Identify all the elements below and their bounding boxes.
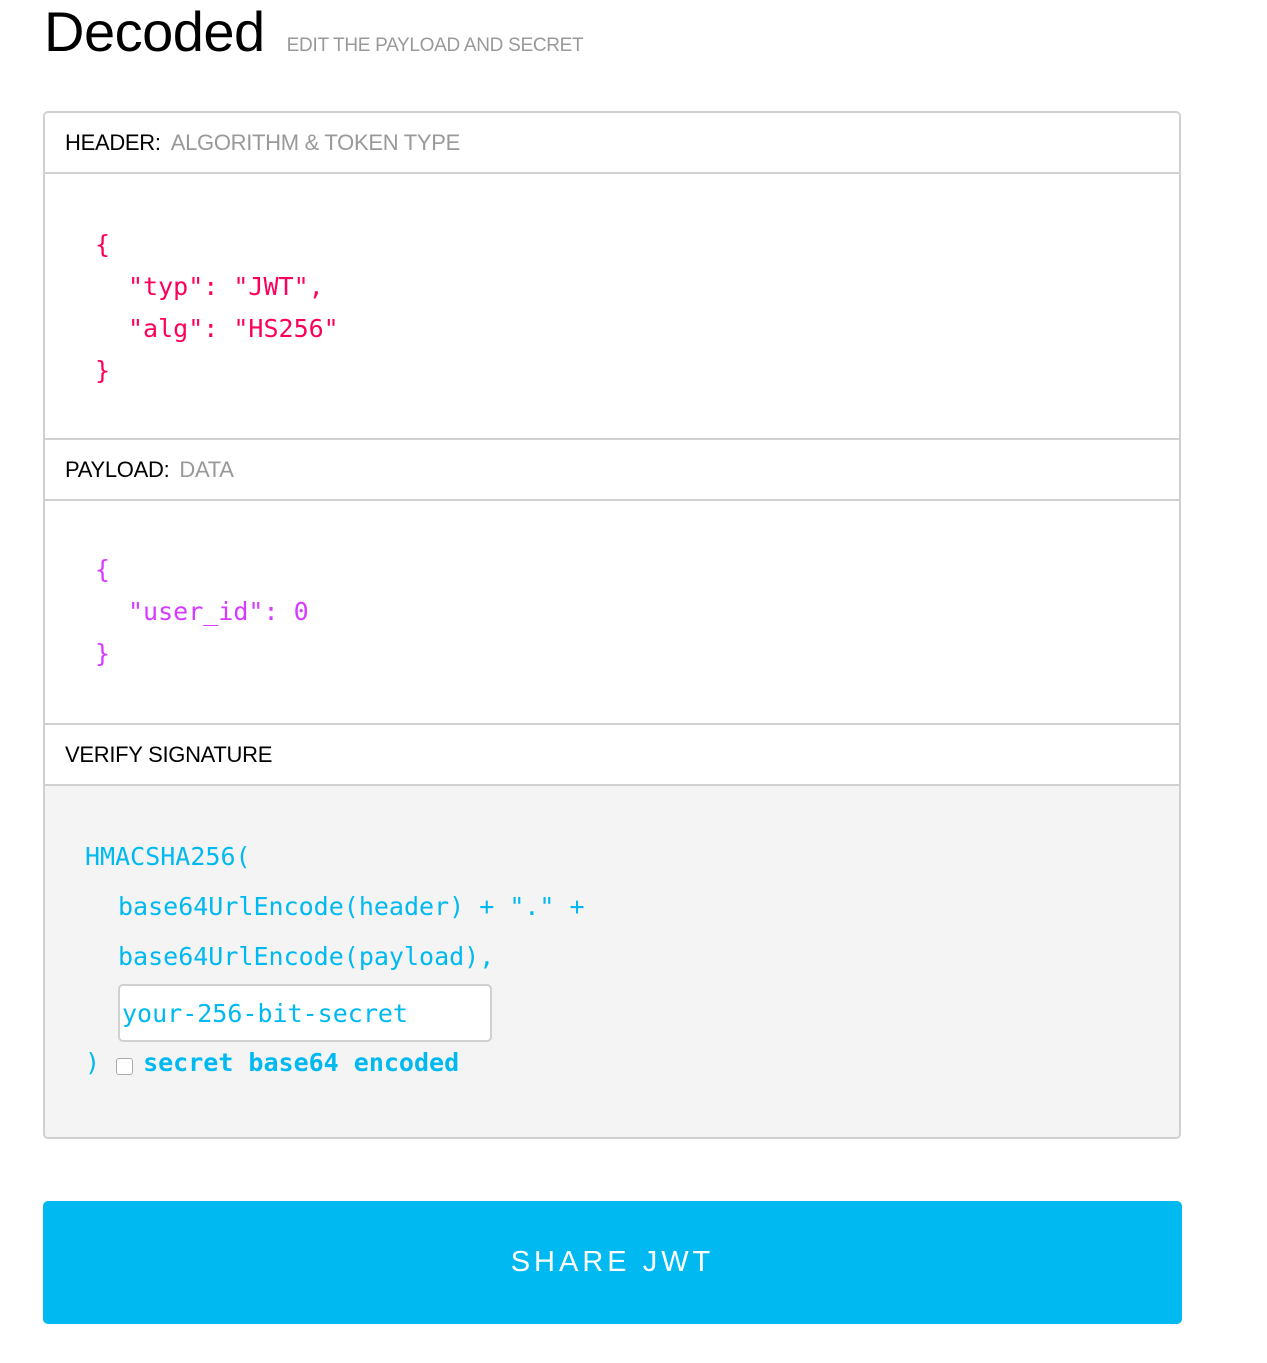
page-subtitle: EDIT THE PAYLOAD AND SECRET: [286, 35, 584, 56]
signature-label: VERIFY SIGNATURE: [65, 741, 273, 767]
hmac-header-line: base64UrlEncode(header) + "." +: [118, 892, 585, 921]
payload-section-title: PAYLOAD: DATA: [45, 440, 1179, 501]
decoded-panel: HEADER: ALGORITHM & TOKEN TYPE { "typ": …: [43, 111, 1181, 1139]
secret-input[interactable]: [118, 984, 492, 1042]
base64-checkbox[interactable]: [116, 1058, 134, 1075]
signature-body: HMACSHA256( base64UrlEncode(header) + ".…: [45, 786, 1179, 1137]
json-line: }: [95, 639, 111, 668]
hmac-close-row: ) secret base64 encoded: [85, 1048, 1179, 1077]
header-json-editor[interactable]: { "typ": "JWT", "alg": "HS256" }: [45, 174, 1179, 440]
page-title: Decoded: [44, 0, 265, 63]
hmac-payload-line: base64UrlEncode(payload),: [118, 942, 495, 971]
json-line: {: [95, 555, 111, 584]
json-line: "alg": "HS256": [128, 314, 339, 343]
payload-json-editor[interactable]: { "user_id": 0 }: [45, 501, 1179, 725]
hmac-open: HMACSHA256(: [85, 842, 251, 871]
json-line: "user_id": 0: [128, 597, 309, 626]
header-sublabel: ALGORITHM & TOKEN TYPE: [170, 129, 461, 155]
signature-section-title: VERIFY SIGNATURE: [45, 725, 1179, 786]
hmac-close: ): [85, 1048, 101, 1077]
payload-sublabel: DATA: [179, 456, 234, 482]
share-jwt-button[interactable]: SHARE JWT: [43, 1201, 1182, 1324]
title-row: Decoded EDIT THE PAYLOAD AND SECRET: [44, 0, 584, 70]
json-line: "typ": "JWT",: [128, 272, 324, 301]
payload-label: PAYLOAD:: [65, 456, 170, 482]
header-label: HEADER:: [65, 129, 161, 155]
header-section-title: HEADER: ALGORITHM & TOKEN TYPE: [45, 113, 1179, 174]
json-line: {: [95, 230, 111, 259]
base64-checkbox-label[interactable]: secret base64 encoded: [143, 1048, 459, 1077]
json-line: }: [95, 356, 111, 385]
